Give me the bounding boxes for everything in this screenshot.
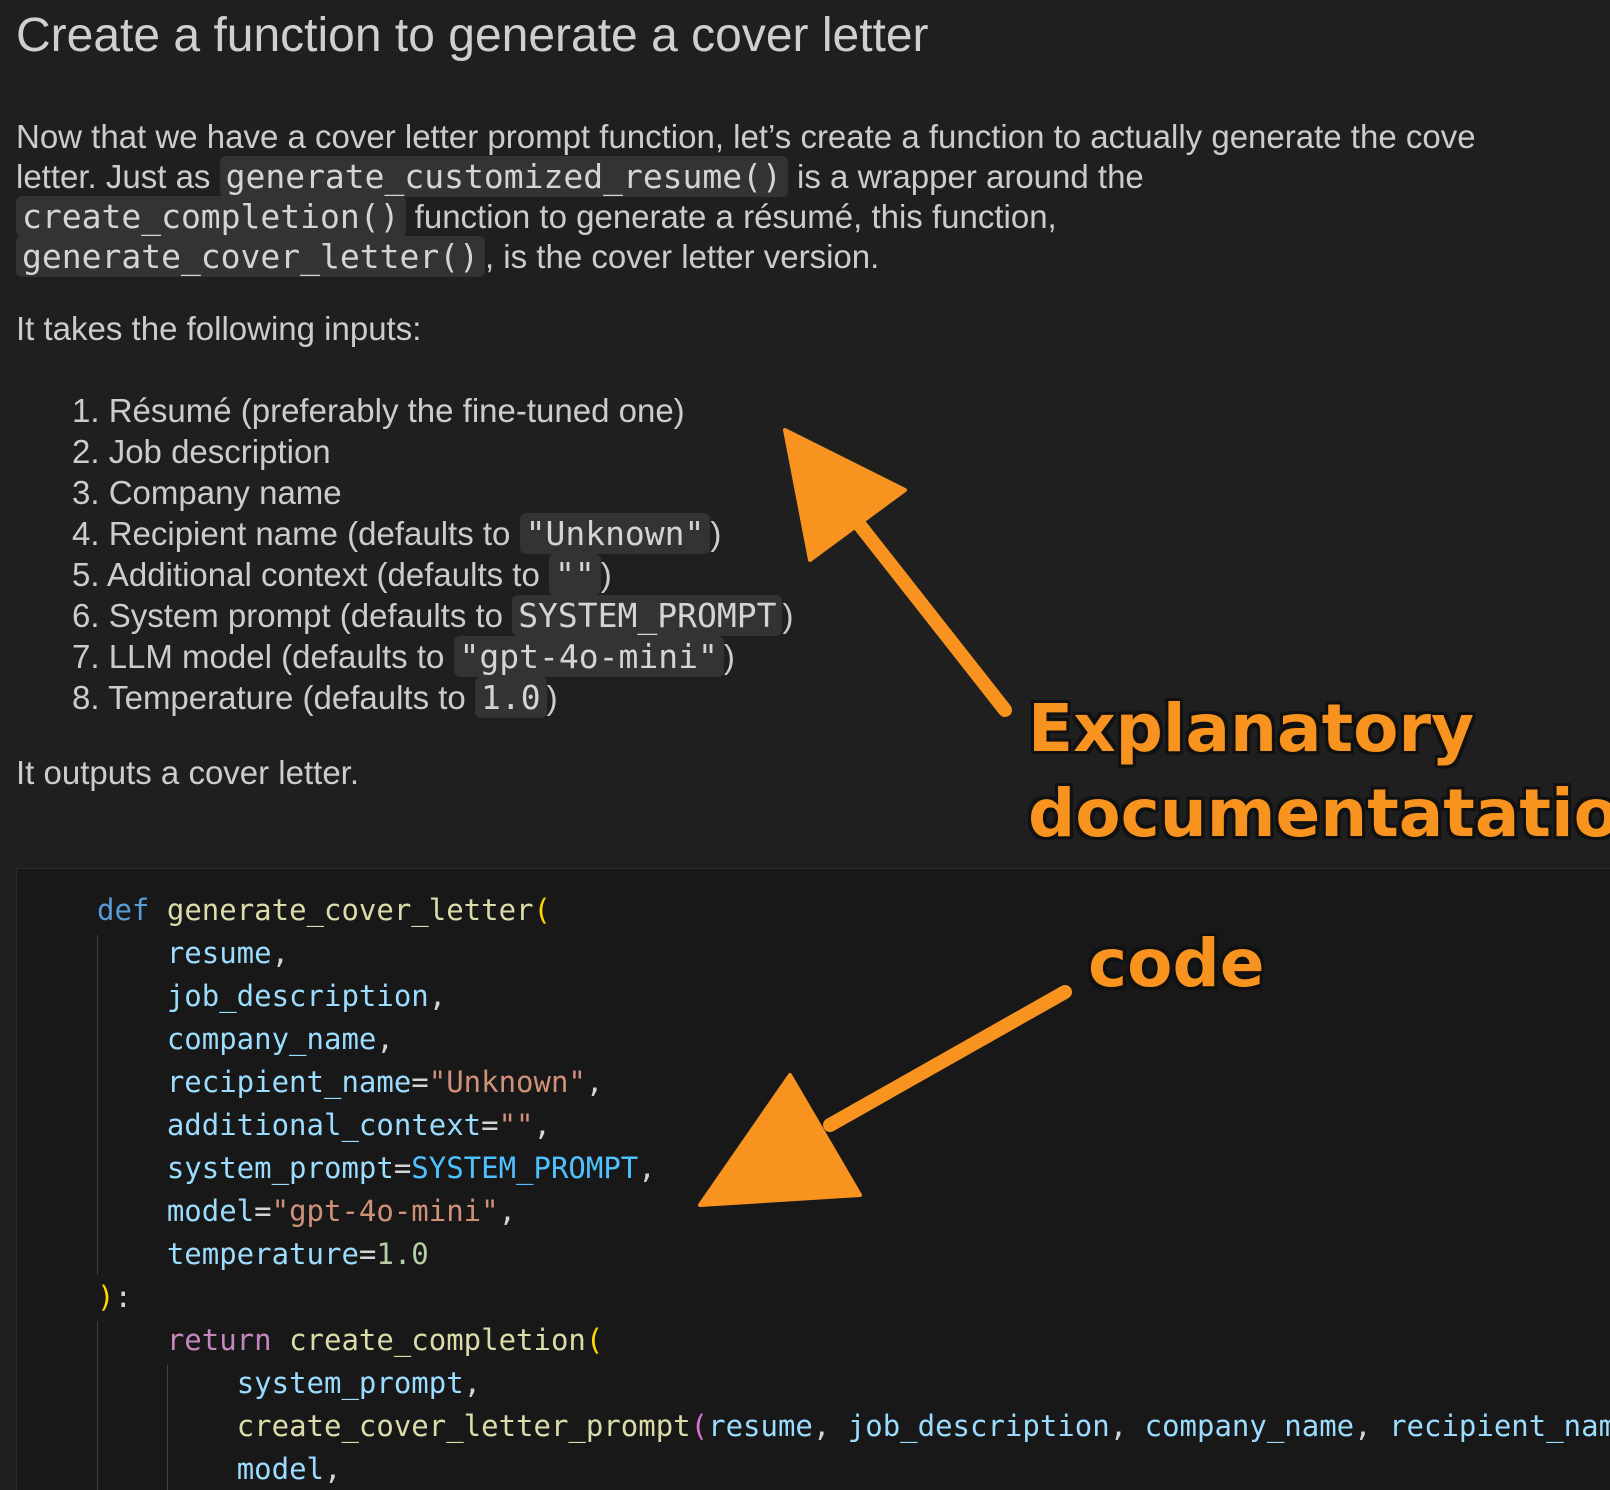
annotation-docs-line2: documentatation — [1028, 775, 1610, 852]
arrow-docs-head — [783, 428, 907, 562]
arrow-code-head — [698, 1073, 862, 1207]
arrow-code-shaft — [823, 985, 1072, 1132]
annotation-docs-line1: Explanatory — [1028, 690, 1475, 767]
annotation-code: code — [1088, 925, 1265, 1002]
arrow-docs-shaft — [833, 493, 1012, 717]
